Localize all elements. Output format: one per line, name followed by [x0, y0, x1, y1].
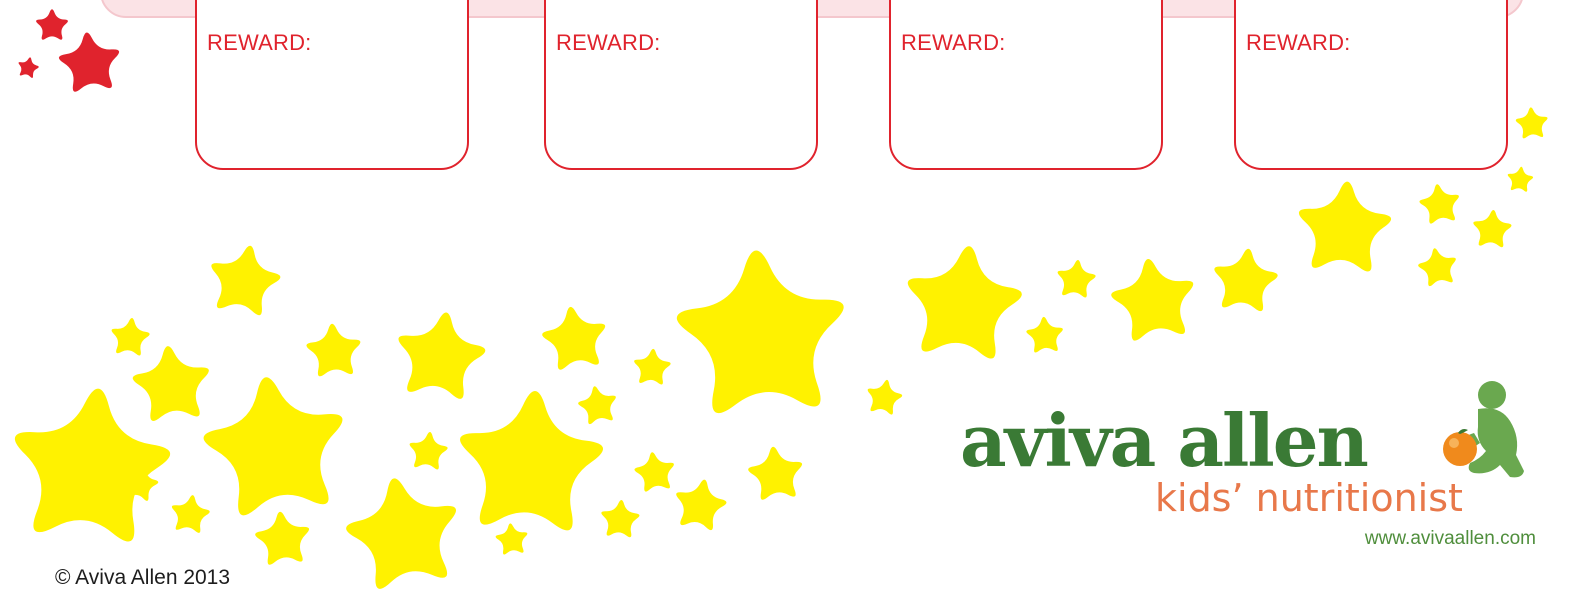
- star-shape: [1026, 316, 1063, 353]
- star-shape: [1111, 258, 1194, 341]
- star-shape: [907, 246, 1022, 359]
- star-shape: [14, 388, 171, 542]
- star-shape: [1057, 260, 1096, 298]
- star-shape: [1298, 181, 1392, 272]
- star-shape: [255, 511, 310, 565]
- star-shape: [676, 479, 727, 531]
- star-shape: [171, 495, 210, 533]
- website-link[interactable]: www.avivaallen.com: [1180, 528, 1536, 550]
- star-shape: [748, 446, 803, 500]
- star-shape: [1418, 248, 1456, 287]
- star-shape: [132, 346, 209, 422]
- star-shape: [1473, 210, 1512, 248]
- logo-brand-name: aviva allen: [960, 398, 1369, 483]
- star-shape: [346, 478, 457, 589]
- star-shape: [867, 379, 903, 415]
- star-shape: [306, 323, 361, 377]
- star-shape: [111, 318, 150, 356]
- logo-tagline: kids’ nutritionist: [1155, 476, 1463, 520]
- star-shape: [578, 386, 616, 425]
- star-shape: [1419, 184, 1459, 224]
- star-shape: [634, 348, 671, 385]
- child-with-orange-icon: [1443, 381, 1524, 478]
- copyright-text: © Aviva Allen 2013: [55, 566, 231, 589]
- star-shape: [58, 32, 120, 92]
- star-shape: [460, 391, 604, 531]
- star-shape: [1214, 248, 1278, 312]
- star-shape: [36, 9, 68, 40]
- star-shape: [634, 452, 674, 492]
- star-shape: [676, 250, 844, 414]
- star-shape: [1515, 107, 1548, 139]
- star-shape: [211, 245, 281, 316]
- star-shape: [1507, 166, 1534, 192]
- star-shape: [601, 500, 640, 538]
- star-shape: [409, 432, 448, 470]
- star-shape: [542, 306, 606, 370]
- aviva-allen-logo: aviva allen kids’ nutritionist www.aviva…: [960, 381, 1560, 565]
- star-shape: [495, 523, 528, 555]
- star-shape: [203, 377, 343, 516]
- star-shape: [398, 312, 486, 399]
- star-shape: [18, 57, 39, 78]
